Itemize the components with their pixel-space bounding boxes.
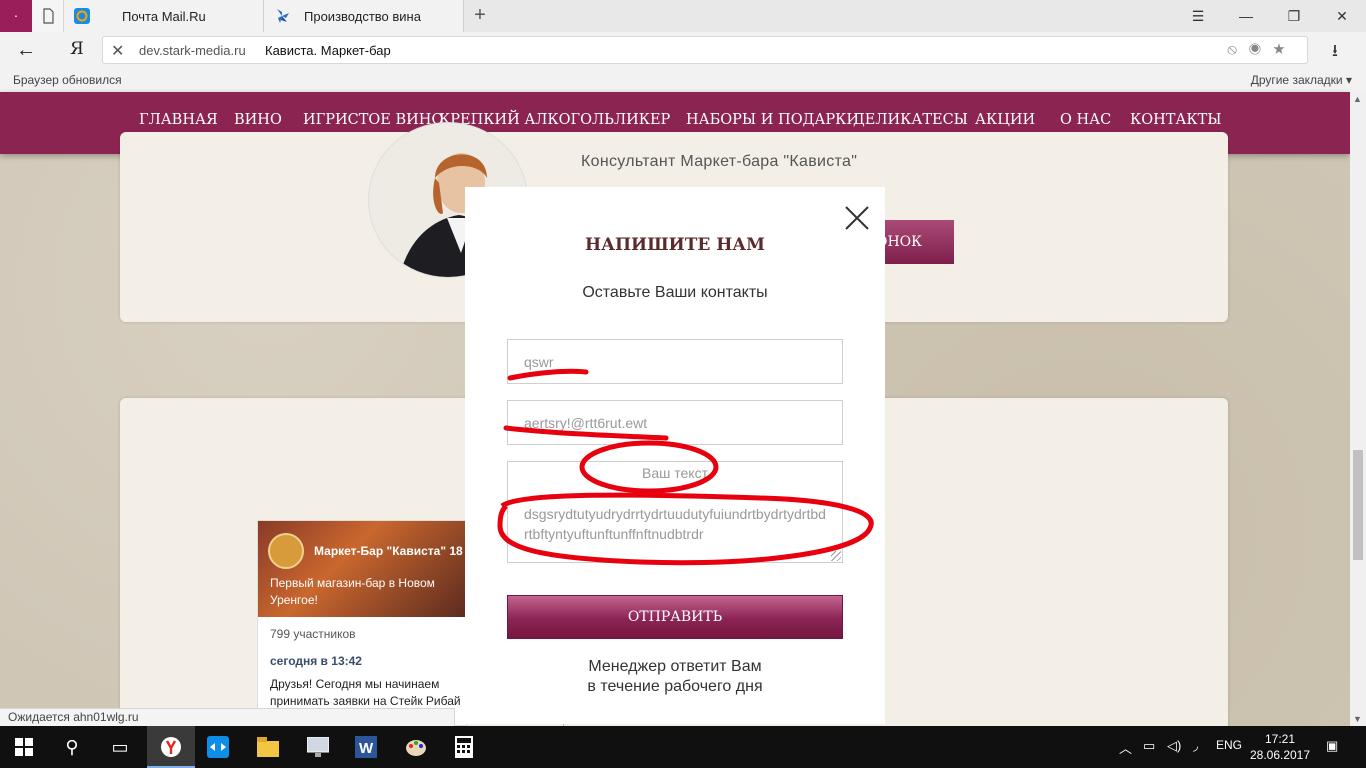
close-window-button[interactable]: ✕ (1318, 0, 1366, 32)
url-action-icons[interactable]: ⦸◉★ (1227, 41, 1297, 58)
windows-start-icon[interactable] (0, 726, 48, 768)
status-bar: Ожидается ahn01wlg.ru (0, 708, 455, 726)
scroll-thumb[interactable] (1353, 450, 1363, 560)
page-icon[interactable] (32, 0, 64, 32)
remote-desktop-icon[interactable] (294, 726, 342, 768)
yandex-logo[interactable]: Я (70, 39, 84, 59)
restore-button[interactable]: ❐ (1270, 0, 1318, 32)
tab-bar: · Почта Mail.Ru Производство вина + ☰ — … (0, 0, 1366, 32)
teamviewer-icon[interactable] (194, 726, 242, 768)
consultant-title: Консультант Маркет-бара "Кависта" (581, 153, 858, 170)
nav-home[interactable]: ГЛАВНАЯ (139, 112, 218, 128)
vk-group-widget[interactable]: Маркет-Бар "Кависта" 18 Первый магазин-б… (257, 520, 467, 726)
vk-post-text: Друзья! Сегодня мы начинаем принимать за… (270, 677, 461, 708)
tray-expand-icon[interactable]: ︿ (1119, 738, 1132, 757)
paint-icon[interactable] (392, 726, 440, 768)
pinwheel-icon (274, 8, 290, 24)
nav-delicacies[interactable]: ДЕЛИКАТЕСЫ (853, 112, 968, 128)
page-icon-svg (43, 8, 54, 24)
clock-date: 28.06.2017 (1249, 748, 1311, 762)
other-bookmarks-label: Другие закладки (1250, 73, 1343, 87)
manager-note: Менеджер ответит Вам в течение рабочего … (465, 657, 885, 697)
yandex-browser-icon[interactable] (147, 726, 195, 768)
message-textarea[interactable]: Ваш текст dsgsrydtutyudrydrrtydrtuudutyf… (507, 461, 843, 563)
stop-loading-icon[interactable]: ✕ (111, 41, 124, 61)
notifications-icon[interactable]: ▣ (1326, 738, 1338, 754)
svg-text:W: W (359, 740, 374, 757)
resize-handle-icon[interactable] (831, 551, 841, 561)
submit-button[interactable]: ОТПРАВИТЬ (507, 595, 843, 639)
volume-icon[interactable]: ◁) (1167, 738, 1181, 754)
vk-post-date[interactable]: сегодня в 13:42 (270, 654, 362, 668)
wifi-icon[interactable]: ◞ (1193, 738, 1198, 754)
browser-menu-dot[interactable]: · (0, 0, 32, 32)
menu-icon[interactable]: ☰ (1174, 0, 1222, 32)
modal-title: НАПИШИТЕ НАМ (585, 235, 765, 255)
manager-note-line1: Менеджер ответит Вам (588, 658, 762, 675)
download-icon[interactable]: ⭳ (1332, 38, 1338, 67)
nav-about[interactable]: О НАС (1060, 112, 1111, 128)
close-icon[interactable] (844, 205, 870, 231)
vk-group-logo (268, 533, 304, 569)
vk-group-description: Первый магазин-бар в Новом Уренгое! (270, 576, 435, 607)
calculator-icon[interactable] (440, 726, 488, 768)
screen: · Почта Mail.Ru Производство вина + ☰ — … (0, 0, 1366, 768)
message-placeholder: Ваш текст (642, 465, 708, 481)
nav-promotions[interactable]: АКЦИИ (975, 112, 1035, 128)
battery-icon[interactable]: ▭ (1143, 738, 1155, 754)
clock-time: 17:21 (1264, 732, 1296, 746)
url-field[interactable]: ✕ dev.stark-media.ru Кависта. Маркет-бар… (102, 36, 1308, 64)
url-page-title: Кависта. Маркет-бар (265, 43, 391, 58)
tab-wine[interactable]: Производство вина (264, 0, 464, 32)
tab-wine-label: Производство вина (304, 9, 421, 24)
language-indicator[interactable]: ENG (1216, 738, 1242, 752)
tab-mail[interactable]: Почта Mail.Ru (64, 0, 264, 32)
minimize-button[interactable]: — (1222, 0, 1270, 32)
browser-updated-notice[interactable]: Браузер обновился (13, 73, 122, 87)
page-scrollbar[interactable]: ▲ ▼ (1350, 92, 1366, 726)
nav-contacts[interactable]: КОНТАКТЫ (1130, 112, 1222, 128)
vk-members-count: 799 участников (270, 627, 356, 641)
other-bookmarks[interactable]: Другие закладки ▾ (1251, 73, 1352, 87)
file-explorer-icon[interactable] (244, 726, 292, 768)
message-value: dsgsrydtutyudrydrrtydrtuudutyfuiundrtbyd… (524, 506, 826, 542)
back-arrow-icon[interactable]: ← (16, 38, 40, 62)
clock[interactable]: 17:21 28.06.2017 (1248, 731, 1312, 763)
url-domain: dev.stark-media.ru (139, 43, 246, 58)
address-bar: ← Я ✕ dev.stark-media.ru Кависта. Маркет… (0, 32, 1366, 68)
search-icon[interactable]: ⚲ (48, 726, 96, 768)
modal-subtitle: Оставьте Ваши контакты (582, 284, 768, 301)
name-field[interactable]: qswr (507, 339, 843, 384)
vk-group-name[interactable]: Маркет-Бар "Кависта" 18 (314, 544, 463, 558)
contact-modal: НАПИШИТЕ НАМ Оставьте Ваши контакты qswr… (465, 187, 885, 724)
mail-ru-icon (74, 8, 90, 24)
taskbar: ⚲ ▭ W ︿ ▭ ◁) ◞ ENG 17:21 28.06.2017 ▣ (0, 726, 1366, 768)
nav-liqueur[interactable]: ЛИКЕР (614, 112, 670, 128)
scroll-down-icon[interactable]: ▼ (1353, 714, 1362, 724)
new-tab-button[interactable]: + (470, 4, 490, 28)
email-field[interactable]: aertsry!@rtt6rut.ewt (507, 400, 843, 445)
vk-group-cover: Маркет-Бар "Кависта" 18 Первый магазин-б… (258, 521, 466, 617)
word-icon[interactable]: W (342, 726, 390, 768)
nav-wine[interactable]: ВИНО (234, 112, 282, 128)
task-view-icon[interactable]: ▭ (96, 726, 144, 768)
scroll-up-icon[interactable]: ▲ (1353, 94, 1362, 104)
nav-gift-sets[interactable]: НАБОРЫ И ПОДАРКИ (686, 112, 859, 128)
info-bar: Браузер обновился Другие закладки ▾ (0, 68, 1366, 92)
tab-mail-label: Почта Mail.Ru (122, 9, 206, 24)
manager-note-line2: в течение рабочего дня (587, 678, 763, 695)
